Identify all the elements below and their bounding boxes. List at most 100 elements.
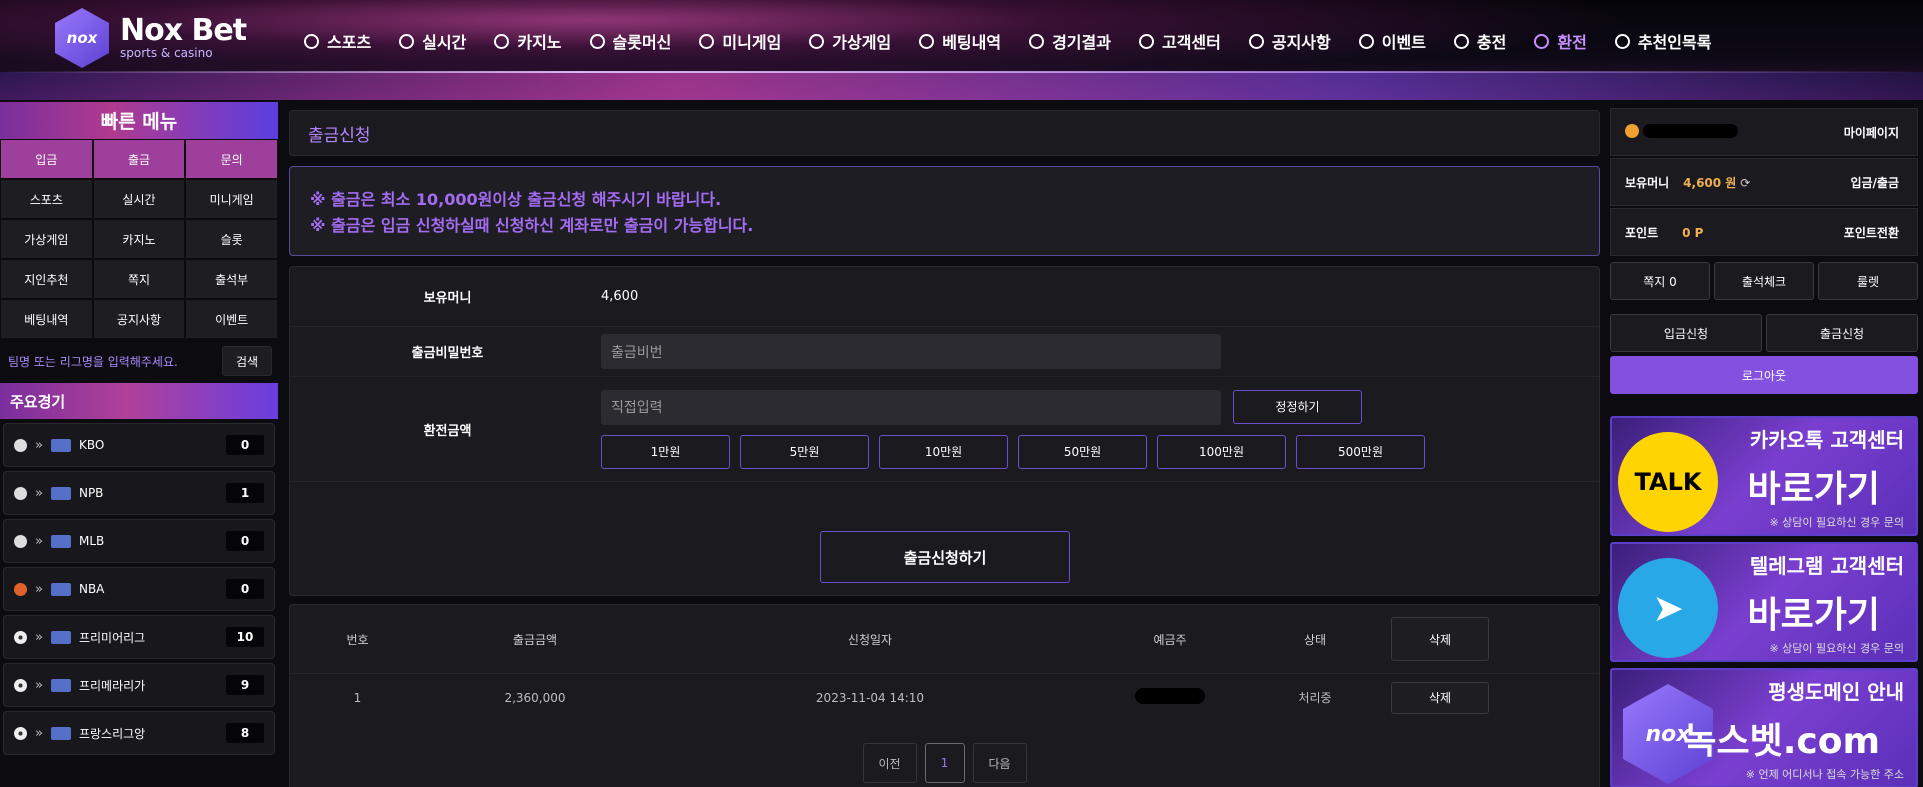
point-convert-link[interactable]: 포인트전환 (1844, 224, 1899, 241)
baseball-icon (14, 438, 27, 452)
league-row[interactable]: » NBA 0 (3, 567, 275, 611)
withdraw-form: 보유머니 4,600 출금비밀번호 출금비번 환전금액 직접입력 정정하기 1만… (289, 266, 1600, 596)
current-page-button[interactable]: 1 (924, 743, 965, 783)
balance-value: 4,600 (601, 289, 639, 304)
nav-item[interactable]: 가상게임 (795, 28, 905, 54)
right-sidebar: 마이페이지 보유머니 4,600 원 ⟳ 입금/출금 포인트 0 P 포인트전환 쪽… (1610, 108, 1918, 787)
site-logo[interactable]: nox Nox Bet sports & casino (52, 6, 252, 70)
promo-banner[interactable]: TALK 카카오톡 고객센터 바로가기 ※ 상담이 필요하신 경우 문의 (1610, 416, 1918, 536)
quick-menu-item[interactable]: 스포츠 (0, 179, 93, 219)
nav-item-label: 공지사항 (1271, 33, 1331, 52)
delete-all-button[interactable]: 삭제 (1391, 617, 1489, 661)
quick-menu-item[interactable]: 공지사항 (92, 299, 186, 339)
search-input[interactable]: 팀명 또는 리그명을 입력해주세요. (8, 353, 178, 370)
amount-preset-button[interactable]: 50만원 (1018, 434, 1147, 469)
mypage-link[interactable]: 마이페이지 (1844, 124, 1899, 141)
soccer-icon (14, 630, 27, 644)
quick-menu-top-item[interactable]: 문의 (185, 139, 278, 179)
row-date: 2023-11-04 14:10 (815, 690, 925, 705)
quick-menu-item[interactable]: 출석부 (185, 259, 278, 299)
nav-item-label: 고객센터 (1161, 33, 1221, 52)
deposit-withdraw-link[interactable]: 입금/출금 (1850, 174, 1899, 191)
quick-menu-item[interactable]: 이벤트 (185, 299, 278, 339)
amount-preset-button[interactable]: 100만원 (1157, 434, 1286, 469)
quick-menu-top-item[interactable]: 입금 (0, 139, 93, 179)
quick-menu-item[interactable]: 가상게임 (0, 219, 93, 259)
search-button[interactable]: 검색 (222, 346, 272, 376)
deposit-icon (1453, 33, 1469, 49)
banner-note: ※ 언제 어디서나 접속 가능한 주소 (1745, 768, 1904, 781)
league-name: MLB (78, 534, 105, 548)
league-row[interactable]: » MLB 0 (3, 519, 275, 563)
nav-item[interactable]: 이벤트 (1345, 28, 1440, 54)
nav-item[interactable]: 스포츠 (290, 28, 385, 54)
league-search: 팀명 또는 리그명을 입력해주세요. 검색 (0, 339, 278, 383)
row-status: 처리중 (1298, 691, 1332, 705)
col-holder: 예금주 (1153, 632, 1187, 647)
nav-item[interactable]: 공지사항 (1235, 28, 1345, 54)
logout-button[interactable]: 로그아웃 (1610, 356, 1918, 394)
promo-banner[interactable]: ➤ 텔레그램 고객센터 바로가기 ※ 상담이 필요하신 경우 문의 (1610, 542, 1918, 662)
messages-button[interactable]: 쪽지 0 (1610, 262, 1710, 300)
quick-menu-item[interactable]: 지인추천 (0, 259, 93, 299)
roulette-button[interactable]: 룰렛 (1818, 262, 1918, 300)
quick-menu-item[interactable]: 미니게임 (185, 179, 278, 219)
attendance-button[interactable]: 출석체크 (1714, 262, 1814, 300)
main-nav: 스포츠 실시간 카지노 슬롯머신 미니게임 가상게임 베팅내역 경기결과 고객센터 공지사항 이벤트… (290, 28, 1725, 54)
nav-item-label: 가상게임 (832, 33, 892, 52)
amount-input[interactable]: 직접입력 (601, 389, 1221, 425)
slot-icon (589, 33, 605, 49)
amount-preset-button[interactable]: 1만원 (601, 434, 730, 469)
quick-menu-item[interactable]: 실시간 (92, 179, 186, 219)
quick-menu-item[interactable]: 베팅내역 (0, 299, 93, 339)
quick-menu-item[interactable]: 슬롯 (185, 219, 278, 259)
nav-item[interactable]: 실시간 (385, 28, 480, 54)
deposit-request-button[interactable]: 입금신청 (1610, 314, 1762, 352)
logo-brand: Nox Bet (120, 13, 247, 48)
quick-menu-item[interactable]: 쪽지 (92, 259, 186, 299)
league-flag-icon (50, 534, 71, 548)
nav-item[interactable]: 고객센터 (1125, 28, 1235, 54)
row-amount: 2,360,000 (504, 690, 566, 705)
double-chevron-icon: » (35, 725, 43, 741)
quick-menu-item[interactable]: 카지노 (92, 219, 186, 259)
nav-item[interactable]: 슬롯머신 (576, 28, 686, 54)
amount-preset-button[interactable]: 500만원 (1296, 434, 1425, 469)
league-row[interactable]: » 프랑스리그앙 8 (3, 711, 275, 755)
submit-withdraw-button[interactable]: 출금신청하기 (820, 531, 1070, 583)
nav-item[interactable]: 카지노 (480, 28, 575, 54)
nav-item[interactable]: 미니게임 (685, 28, 795, 54)
nav-item-label: 이벤트 (1381, 33, 1426, 52)
promo-banner[interactable]: nox 평생도메인 안내 녹스벳.com ※ 언제 어디서나 접속 가능한 주소 (1610, 668, 1918, 787)
amount-preset-button[interactable]: 5만원 (740, 434, 869, 469)
password-label: 출금비밀번호 (411, 346, 484, 361)
league-row[interactable]: » 프리메라리가 9 (3, 663, 275, 707)
nav-item[interactable]: 베팅내역 (905, 28, 1015, 54)
league-row[interactable]: » NPB 1 (3, 471, 275, 515)
result-icon (1029, 33, 1045, 49)
league-count: 0 (226, 579, 264, 599)
nav-item[interactable]: 충전 (1440, 28, 1520, 54)
nav-item-label: 카지노 (517, 33, 562, 52)
banner-note: ※ 상담이 필요하신 경우 문의 (1769, 642, 1904, 655)
prev-page-button[interactable]: 이전 (862, 743, 917, 783)
quick-menu-top-item[interactable]: 출금 (92, 139, 186, 179)
header-glow (0, 72, 1923, 100)
nav-item[interactable]: 경기결과 (1015, 28, 1125, 54)
refresh-icon[interactable]: ⟳ (1740, 176, 1750, 190)
league-row[interactable]: » KBO 0 (3, 423, 275, 467)
withdraw-request-button[interactable]: 출금신청 (1766, 314, 1918, 352)
reset-button[interactable]: 정정하기 (1233, 389, 1362, 424)
next-page-button[interactable]: 다음 (972, 743, 1027, 783)
main-games-title: 주요경기 (0, 383, 278, 419)
nav-item[interactable]: 환전 (1520, 28, 1600, 54)
delete-row-button[interactable]: 삭제 (1391, 681, 1489, 714)
withdraw-password-field[interactable]: 출금비번 (601, 334, 1221, 369)
league-count: 0 (226, 531, 264, 551)
amount-preset-button[interactable]: 10만원 (879, 434, 1008, 469)
level-icon (1625, 123, 1639, 138)
nav-item[interactable]: 추천인목록 (1601, 28, 1726, 54)
league-flag-icon (50, 678, 71, 692)
soccer-ball-icon (304, 33, 319, 49)
league-row[interactable]: » 프리미어리그 10 (3, 615, 275, 659)
